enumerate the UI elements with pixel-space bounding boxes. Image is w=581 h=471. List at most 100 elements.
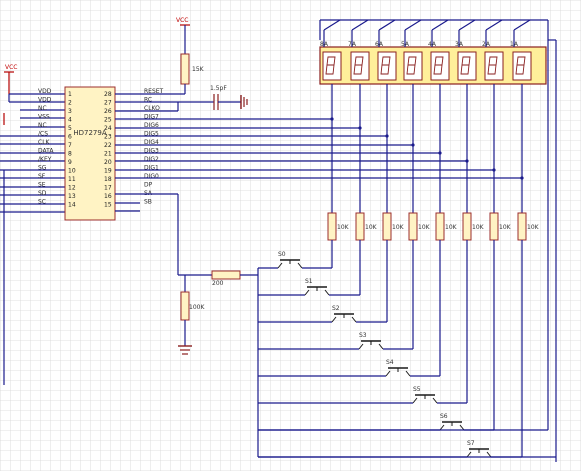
- pin-number-right: 22: [104, 142, 112, 149]
- pin-number-right: 28: [104, 91, 112, 98]
- pin-number-right: 15: [104, 202, 112, 209]
- pin-name-left: /CS: [38, 131, 48, 138]
- digit-resistor: [517, 212, 527, 241]
- pin-number-right: 23: [104, 134, 112, 141]
- pin-number-left: 5: [68, 125, 72, 132]
- key-label: S3: [359, 332, 367, 339]
- pin-number-right: 21: [104, 151, 112, 158]
- pin-number-right: 24: [104, 125, 112, 132]
- key-label: S6: [440, 413, 448, 420]
- pin-name-left: VDD: [38, 88, 52, 95]
- pin-number-left: 4: [68, 117, 72, 124]
- junction-dot: [385, 134, 389, 138]
- digit-resistor-value: 10K: [527, 224, 540, 231]
- pin-number-left: 1: [68, 91, 72, 98]
- display-digit-label: 5A: [401, 41, 410, 48]
- pin-number-right: 25: [104, 117, 112, 124]
- key-label: S0: [278, 251, 286, 258]
- digit-resistor: [327, 212, 337, 241]
- pin-number-right: 17: [104, 185, 112, 192]
- digit-resistor-value: 10K: [472, 224, 485, 231]
- pin-number-left: 8: [68, 151, 72, 158]
- pin-name-right: SB: [144, 199, 152, 206]
- junction-dot: [438, 151, 442, 155]
- seven-seg-digit: [377, 51, 397, 81]
- pin-name-left: CLK: [38, 139, 51, 146]
- junction-dot: [520, 176, 524, 180]
- r-pulldown-value: 100K: [189, 304, 205, 311]
- pin-number-right: 19: [104, 168, 112, 175]
- junction-dot: [465, 159, 469, 163]
- seven-seg-digit: [430, 51, 450, 81]
- display-digit-label: 8A: [320, 41, 329, 48]
- chip-name: HD7279A: [73, 129, 106, 137]
- junction-dot: [492, 168, 496, 172]
- pin-name-left: NC: [38, 122, 47, 129]
- pin-name-right: DIG2: [144, 156, 159, 163]
- pin-number-left: 11: [68, 176, 76, 183]
- digit-resistor-value: 10K: [337, 224, 350, 231]
- junction-dot: [411, 143, 415, 147]
- pin-number-left: 3: [68, 108, 72, 115]
- pin-name-left: VDD: [38, 97, 52, 104]
- digit-resistor-value: 10K: [499, 224, 512, 231]
- pin-number-left: 9: [68, 159, 72, 166]
- junction-dot: [358, 126, 362, 130]
- display-digit-label: 1A: [510, 41, 519, 48]
- pin-number-left: 14: [68, 202, 76, 209]
- key-label: S4: [386, 359, 394, 366]
- display-digit-label: 2A: [482, 41, 491, 48]
- pin-name-right: DIG0: [144, 173, 159, 180]
- seven-seg-digit: [484, 51, 504, 81]
- junction-dot: [330, 117, 334, 121]
- digit-resistor-value: 10K: [365, 224, 378, 231]
- pin-name-left: SF: [38, 173, 46, 180]
- c-clk-value: 1.5pF: [210, 85, 227, 92]
- seven-seg-digit: [350, 51, 370, 81]
- key-label: S5: [413, 386, 421, 393]
- pin-number-left: 12: [68, 185, 76, 192]
- digit-resistor: [462, 212, 472, 241]
- pin-number-right: 16: [104, 193, 112, 200]
- pin-name-left: SE: [38, 182, 46, 189]
- key-label: S2: [332, 305, 340, 312]
- seven-seg-digit: [403, 51, 423, 81]
- display-digit-label: 7A: [348, 41, 357, 48]
- r-series-value: 200: [212, 280, 224, 287]
- pin-number-right: 26: [104, 108, 112, 115]
- r-reset-value: 15K: [192, 66, 205, 73]
- digit-resistor-value: 10K: [392, 224, 405, 231]
- digit-resistor: [489, 212, 499, 241]
- pin-name-left: DATA: [38, 148, 54, 155]
- display-digit-label: 6A: [375, 41, 384, 48]
- seven-seg-digit: [457, 51, 477, 81]
- digit-resistor: [355, 212, 365, 241]
- vcc-top-label: VCC: [176, 17, 188, 24]
- pin-number-right: 27: [104, 100, 112, 107]
- pin-name-left: SD: [38, 190, 47, 197]
- pin-number-left: 7: [68, 142, 72, 149]
- display-digit-label: 4A: [428, 41, 437, 48]
- key-label: S7: [467, 440, 475, 447]
- pin-number-left: 13: [68, 193, 76, 200]
- vcc-left-label: VCC: [5, 64, 17, 71]
- schematic-canvas: VCC HD7279A VDD 1 VDD 2 NC 3 VSS 4 NC 5/CS 6 CLK 7 DA…: [0, 0, 581, 471]
- pin-name-left: /KEY: [38, 156, 52, 163]
- key-label: S1: [305, 278, 313, 285]
- pin-number-right: 20: [104, 159, 112, 166]
- digit-resistor: [435, 212, 445, 241]
- pin-number-left: 6: [68, 134, 72, 141]
- pin-number-right: 18: [104, 176, 112, 183]
- pin-name-left: SC: [38, 199, 46, 206]
- seven-seg-digit: [322, 51, 342, 81]
- pin-name-right: DP: [144, 182, 153, 189]
- pin-name-left: SG: [38, 165, 47, 172]
- display-digit-label: 3A: [455, 41, 464, 48]
- digit-resistor-value: 10K: [418, 224, 431, 231]
- digit-resistor: [408, 212, 418, 241]
- pin-name-left: VSS: [38, 114, 50, 121]
- pin-name-left: NC: [38, 105, 47, 112]
- digit-resistor: [382, 212, 392, 241]
- pin-number-left: 10: [68, 168, 76, 175]
- digit-resistor-value: 10K: [445, 224, 458, 231]
